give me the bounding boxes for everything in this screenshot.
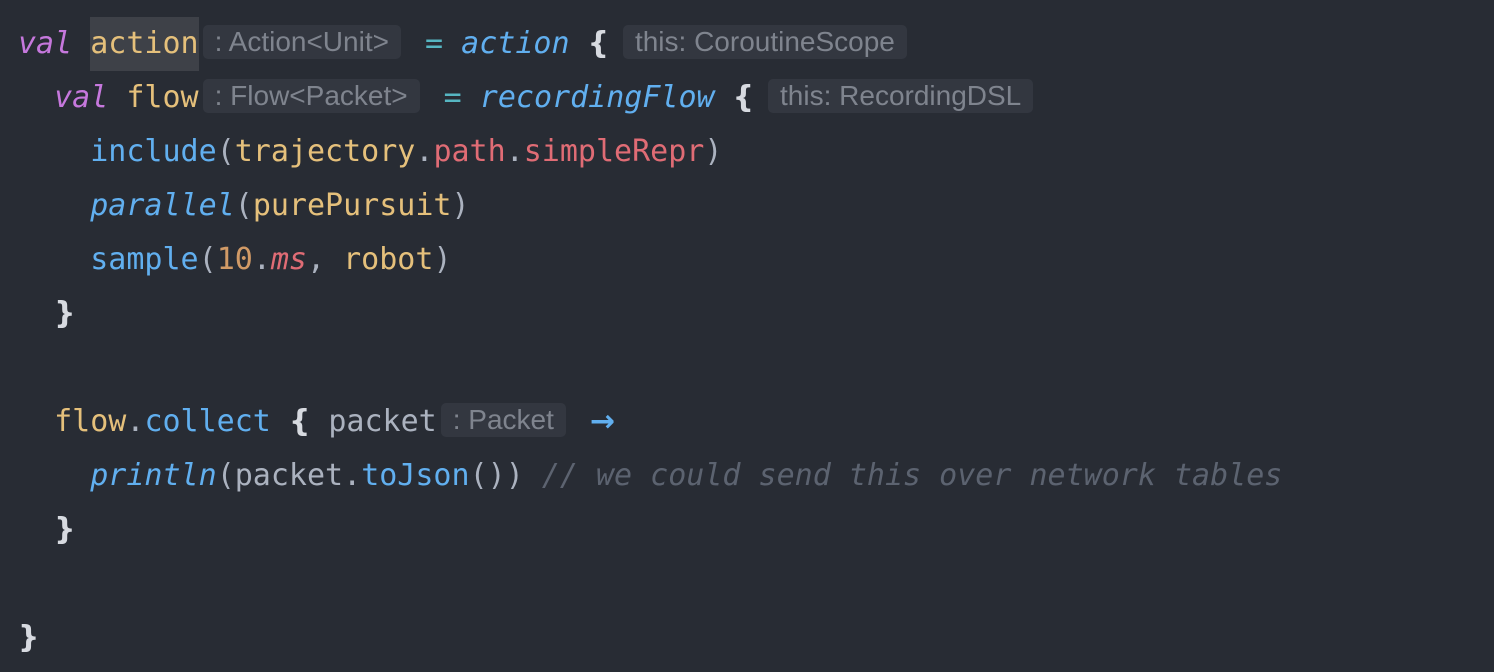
- dot: .: [505, 134, 524, 169]
- code-line-1[interactable]: val action: Action<Unit> = action {this:…: [18, 17, 907, 71]
- paren-open: (: [216, 134, 235, 169]
- identifier-packet[interactable]: packet: [235, 458, 343, 493]
- identifier-robot[interactable]: robot: [343, 242, 433, 277]
- lambda-arrow-icon: →: [589, 404, 616, 439]
- code-line-8[interactable]: flow.collect { packet: Packet →: [18, 395, 615, 449]
- function-call-include[interactable]: include: [90, 134, 216, 169]
- paren-open: (: [198, 242, 217, 277]
- code-line-3[interactable]: include(trajectory.path.simpleRepr): [18, 125, 722, 179]
- function-call-sample[interactable]: sample: [90, 242, 198, 277]
- dot: .: [126, 404, 145, 439]
- open-brace: {: [732, 80, 755, 115]
- code-line-2[interactable]: val flow: Flow<Packet> = recordingFlow {…: [18, 71, 1034, 125]
- function-call-collect[interactable]: collect: [144, 404, 270, 439]
- comma: ,: [307, 242, 344, 277]
- selected-identifier-action[interactable]: action: [90, 17, 199, 71]
- assign-operator: =: [443, 80, 462, 115]
- close-brace: }: [18, 620, 40, 655]
- line-comment: // we could send this over network table…: [541, 458, 1283, 493]
- function-call-action[interactable]: action: [461, 26, 569, 61]
- extension-property-ms[interactable]: ms: [271, 242, 307, 277]
- method-call-to-json[interactable]: toJson: [361, 458, 469, 493]
- dot: .: [415, 134, 434, 169]
- close-brace: }: [54, 512, 76, 547]
- function-call-recording-flow[interactable]: recordingFlow: [480, 80, 715, 115]
- paren-close: ): [704, 134, 723, 169]
- paren-close: ): [433, 242, 452, 277]
- receiver-hint-recording-dsl: this: RecordingDSL: [768, 78, 1034, 113]
- code-line-12[interactable]: }: [18, 611, 39, 665]
- function-call-println[interactable]: println: [90, 458, 216, 493]
- number-literal: 10: [216, 242, 253, 277]
- code-line-5[interactable]: sample(10.ms, robot): [18, 233, 452, 287]
- code-line-9[interactable]: println(packet.toJson()) // we could sen…: [18, 449, 1282, 503]
- assign-operator: =: [425, 26, 444, 61]
- type-hint-flow: : Flow<Packet>: [202, 78, 420, 113]
- identifier-pure-pursuit[interactable]: purePursuit: [253, 188, 452, 223]
- identifier-flow[interactable]: flow: [54, 404, 126, 439]
- code-line-6[interactable]: }: [18, 287, 75, 341]
- parens: (): [469, 458, 506, 493]
- close-brace: }: [54, 296, 76, 331]
- identifier-flow[interactable]: flow: [126, 80, 198, 115]
- paren-open: (: [216, 458, 235, 493]
- type-hint-action: : Action<Unit>: [202, 24, 401, 59]
- lambda-param-packet[interactable]: packet: [328, 404, 436, 439]
- keyword-val: val: [54, 80, 109, 115]
- receiver-hint-coroutine-scope: this: CoroutineScope: [622, 24, 907, 59]
- property-simple-repr[interactable]: simpleRepr: [524, 134, 705, 169]
- open-brace: {: [288, 404, 311, 439]
- dot: .: [252, 242, 271, 277]
- type-hint-packet: : Packet: [440, 402, 566, 437]
- identifier-trajectory[interactable]: trajectory: [235, 134, 416, 169]
- open-brace: {: [587, 26, 609, 61]
- paren-open: (: [234, 188, 253, 223]
- paren-close: ): [505, 458, 524, 493]
- function-call-parallel[interactable]: parallel: [90, 188, 235, 223]
- code-line-10[interactable]: }: [18, 503, 75, 557]
- keyword-val: val: [18, 26, 73, 61]
- paren-close: ): [451, 188, 470, 223]
- property-path[interactable]: path: [433, 134, 505, 169]
- code-line-4[interactable]: parallel(purePursuit): [18, 179, 470, 233]
- code-editor[interactable]: val action: Action<Unit> = action {this:…: [0, 0, 1494, 672]
- dot: .: [343, 458, 362, 493]
